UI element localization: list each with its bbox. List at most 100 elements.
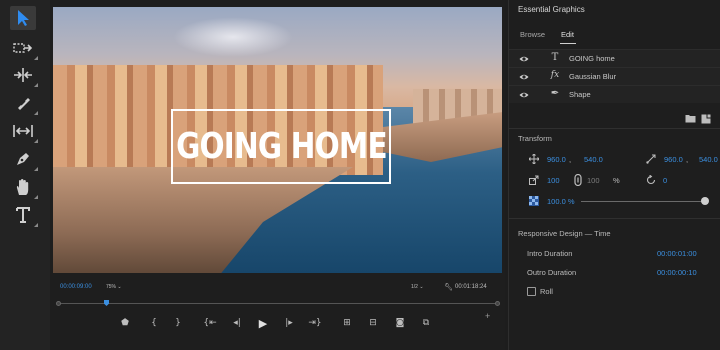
outro-duration-value[interactable]: 00:00:00:10 (657, 268, 697, 277)
eye-icon[interactable] (519, 90, 529, 100)
tools-panel (0, 0, 50, 350)
tab-edit[interactable]: Edit (561, 30, 574, 39)
scrubber-track (58, 303, 498, 304)
duration-timecode: 00:01:18:24 (455, 284, 487, 290)
button-editor-plus[interactable]: + (485, 311, 490, 321)
panel-tabs: Browse Edit (509, 30, 720, 44)
opacity-icon (529, 196, 539, 206)
wrench-icon[interactable]: 🔧︎ (444, 283, 453, 291)
layer-row[interactable]: T GOING home (509, 49, 720, 67)
resolution-select[interactable]: 1/2 ⌄ (411, 284, 424, 290)
opacity-value[interactable]: 100.0 % (547, 197, 575, 206)
go-to-out-icon: ⇥} (308, 318, 322, 328)
extract-button[interactable]: ⊟ (366, 316, 380, 330)
eye-icon[interactable] (519, 72, 529, 82)
text-layer-icon: T (551, 52, 559, 63)
resolution-value: 1/2 (411, 284, 418, 290)
scrubber-end-handle[interactable] (495, 301, 500, 306)
extract-icon: ⊟ (369, 318, 377, 328)
add-marker-button[interactable]: ⬟ (118, 316, 132, 330)
active-tab-indicator (560, 43, 576, 44)
go-to-in-button[interactable]: {⇤ (203, 316, 217, 330)
outro-duration-label: Outro Duration (527, 268, 577, 277)
transport-controls: ⬟ {} {⇤ ◂| ▶ |▸ ⇥} ⊞ ⊟ ◙ ⧉ (118, 316, 438, 332)
position-row: 960.0 , 540.0 960.0 , 540.0 (509, 153, 720, 167)
eye-icon[interactable] (519, 54, 529, 64)
mark-in-button[interactable]: { (147, 316, 161, 330)
timeline-scrubber[interactable] (56, 300, 500, 306)
mark-out-icon: } (175, 318, 181, 328)
scale-height-value: 100 (587, 176, 600, 185)
fx-icon: fx (550, 70, 560, 80)
new-layer-icon[interactable] (701, 114, 711, 124)
scale-unit: % (613, 176, 620, 185)
step-forward-icon: |▸ (285, 318, 293, 328)
playhead[interactable] (104, 300, 109, 306)
position-x-value[interactable]: 960.0 (547, 155, 566, 164)
folder-icon[interactable] (685, 114, 696, 123)
go-to-out-button[interactable]: ⇥} (308, 316, 322, 330)
program-monitor: GOING HOME 00:00:09:00 75% ⌄ 1/2 ⌄ 🔧︎ 00… (50, 0, 505, 350)
step-back-icon: ◂| (233, 318, 241, 328)
anchor-y-value[interactable]: 540.0 (699, 155, 718, 164)
scale-width-value[interactable]: 100 (547, 176, 560, 185)
opacity-slider-handle[interactable] (701, 197, 709, 205)
lift-button[interactable]: ⊞ (340, 316, 354, 330)
opacity-row: 100.0 % (509, 195, 720, 209)
type-tool[interactable] (10, 203, 38, 227)
marker-icon: ⬟ (121, 318, 129, 328)
comparison-view-button[interactable]: ⧉ (419, 316, 433, 330)
roll-checkbox[interactable] (527, 287, 536, 296)
layer-row[interactable]: fx Gaussian Blur (509, 67, 720, 85)
selection-tool[interactable] (10, 6, 36, 30)
anchor-point-icon (646, 154, 656, 164)
chevron-down-icon: ⌄ (419, 284, 424, 290)
video-preview[interactable]: GOING HOME (53, 7, 502, 273)
title-overlay-box[interactable]: GOING HOME (171, 109, 391, 184)
anchor-x-value[interactable]: 960.0 (664, 155, 683, 164)
chevron-down-icon: ⌄ (117, 284, 122, 290)
playhead-timecode[interactable]: 00:00:09:00 (60, 284, 92, 290)
divider (509, 218, 720, 219)
arrow-cursor-icon (18, 10, 29, 26)
anchor-separator: , (686, 155, 689, 164)
mark-out-button[interactable]: } (171, 316, 185, 330)
play-button[interactable]: ▶ (256, 316, 270, 330)
tab-browse[interactable]: Browse (520, 30, 545, 39)
hand-tool[interactable] (10, 175, 38, 199)
scale-row: 100 100 % 0 (509, 174, 720, 188)
hand-icon (16, 179, 29, 195)
slip-tool[interactable] (10, 119, 38, 143)
scrubber-start-handle[interactable] (56, 301, 61, 306)
camera-icon: ◙ (395, 318, 405, 328)
opacity-slider[interactable] (581, 201, 705, 202)
slip-icon (13, 125, 33, 137)
layer-row[interactable]: ✒ Shape (509, 85, 720, 103)
step-forward-button[interactable]: |▸ (282, 316, 296, 330)
ripple-edit-tool[interactable] (10, 63, 38, 87)
step-back-button[interactable]: ◂| (230, 316, 244, 330)
rotation-value[interactable]: 0 (663, 176, 667, 185)
position-separator: , (569, 155, 572, 164)
intro-duration-label: Intro Duration (527, 249, 573, 258)
zoom-select[interactable]: 75% ⌄ (106, 284, 122, 290)
layer-name: Shape (569, 90, 591, 99)
razor-tool[interactable] (10, 91, 38, 115)
intro-duration-row: Intro Duration 00:00:01:00 (509, 248, 720, 262)
layer-name: GOING home (569, 54, 615, 63)
pen-shape-icon: ✒ (550, 88, 560, 99)
link-icon[interactable] (574, 174, 582, 186)
monitor-status-bar: 00:00:09:00 75% ⌄ 1/2 ⌄ 🔧︎ 00:01:18:24 (50, 282, 505, 294)
layer-actions (685, 114, 715, 124)
mark-in-icon: { (151, 318, 157, 328)
comparison-view-icon: ⧉ (422, 318, 430, 328)
export-frame-button[interactable]: ◙ (393, 316, 407, 330)
track-select-forward-icon (13, 43, 33, 53)
position-y-value[interactable]: 540.0 (584, 155, 603, 164)
intro-duration-value[interactable]: 00:00:01:00 (657, 249, 697, 258)
cloud (173, 17, 293, 57)
track-select-tool[interactable] (10, 36, 38, 60)
responsive-design-label: Responsive Design — Time (518, 229, 611, 238)
ripple-edit-icon (14, 68, 32, 82)
pen-tool[interactable] (10, 147, 38, 171)
